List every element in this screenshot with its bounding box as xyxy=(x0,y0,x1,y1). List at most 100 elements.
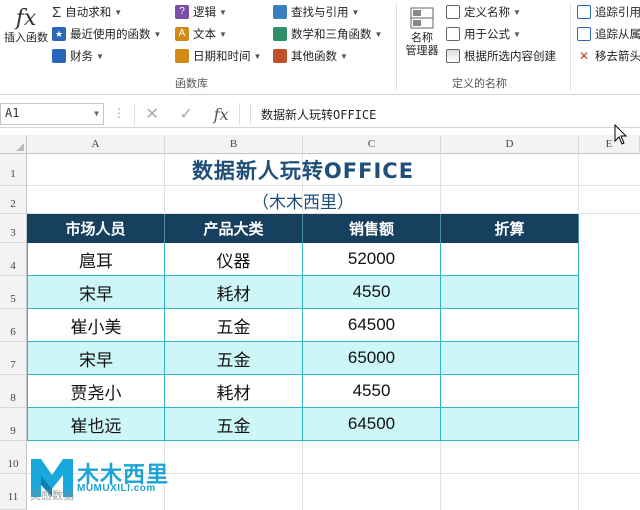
tag-icon xyxy=(446,5,460,19)
chevron-down-icon: ▼ xyxy=(513,7,521,17)
other-functions-button[interactable]: 其他函数 ▼ xyxy=(273,46,348,66)
defined-names-label: 定义的名称 xyxy=(452,78,507,90)
table-cell[interactable]: 4550 xyxy=(303,276,441,309)
name-box[interactable]: A1 ▼ xyxy=(0,103,104,125)
table-header-cell[interactable]: 折算 xyxy=(441,214,579,243)
row-header-5[interactable]: 5 xyxy=(0,276,27,309)
math-button[interactable]: 数学和三角函数 ▼ xyxy=(273,24,382,44)
trace-dependents-button[interactable]: 追踪从属 xyxy=(577,24,640,44)
row-header-9[interactable]: 9 xyxy=(0,408,27,441)
column-header-a[interactable]: A xyxy=(27,135,165,154)
autosum-button[interactable]: Σ 自动求和 ▼ xyxy=(52,2,122,22)
gridline xyxy=(302,441,303,510)
row-header-8[interactable]: 8 xyxy=(0,375,27,408)
math-book-icon xyxy=(273,27,287,41)
table-cell[interactable] xyxy=(441,243,579,276)
column-header-e[interactable]: E xyxy=(579,135,640,154)
row-header-2[interactable]: 2 xyxy=(0,186,27,214)
select-all-button[interactable] xyxy=(0,135,27,154)
table-cell[interactable]: 五金 xyxy=(165,309,303,342)
table-cell[interactable]: 宋早 xyxy=(27,276,165,309)
table-cell[interactable]: 64500 xyxy=(303,309,441,342)
name-manager-button[interactable]: 名称 管理器 xyxy=(400,4,444,58)
sheet-title[interactable]: 数据新人玩转OFFICE xyxy=(27,154,579,186)
formula-bar: A1 ▼ ⋮ ✕ ✓ fx 数据新人玩转OFFICE xyxy=(0,100,640,128)
row-header-1[interactable]: 1 xyxy=(0,154,27,186)
table-cell[interactable]: 扈耳 xyxy=(27,243,165,276)
table-cell[interactable]: 52000 xyxy=(303,243,441,276)
column-header-b[interactable]: B xyxy=(165,135,303,154)
column-header-d[interactable]: D xyxy=(441,135,579,154)
table-cell[interactable]: 宋早 xyxy=(27,342,165,375)
chevron-down-icon: ▼ xyxy=(374,29,383,39)
trace-arrow-icon xyxy=(577,5,591,19)
sheet-subtitle[interactable]: （木木西里） xyxy=(27,186,579,214)
use-in-formula-button[interactable]: 用于公式 ▼ xyxy=(446,24,521,44)
chevron-down-icon: ▼ xyxy=(114,7,123,17)
datetime-button[interactable]: 日期和时间 ▼ xyxy=(175,46,261,66)
table-header-cell[interactable]: 市场人员 xyxy=(27,214,165,243)
fx-icon[interactable]: fx xyxy=(214,105,229,124)
watermark-bottom-text: 灵感数据 xyxy=(30,490,74,502)
chevron-down-icon: ▼ xyxy=(96,51,104,61)
table-header-cell[interactable]: 销售额 xyxy=(303,214,441,243)
chevron-down-icon: ▼ xyxy=(219,7,227,17)
gridline xyxy=(440,441,441,510)
lookup-button[interactable]: 查找与引用 ▼ xyxy=(273,2,359,22)
row-header-4[interactable]: 4 xyxy=(0,243,27,276)
table-cell[interactable]: 4550 xyxy=(303,375,441,408)
text-book-icon: A xyxy=(175,27,189,41)
more-icon[interactable]: ⋮ xyxy=(113,106,125,120)
table-cell[interactable] xyxy=(441,342,579,375)
trace-arrow-icon xyxy=(577,27,591,41)
row-header-10[interactable]: 10 xyxy=(0,441,27,474)
formula-input[interactable]: 数据新人玩转OFFICE xyxy=(250,103,640,125)
table-cell[interactable]: 崔也远 xyxy=(27,408,165,441)
ribbon: fx 插入函数 Σ 自动求和 ▼ ★ 最近使用的函数 ▼ 财务 ▼ ? 逻辑 ▼ A 文… xyxy=(0,0,640,95)
mouse-cursor-icon xyxy=(614,124,628,145)
check-icon[interactable]: ✓ xyxy=(180,104,193,124)
name-manager-icon xyxy=(407,4,437,32)
chevron-down-icon: ▼ xyxy=(513,29,521,39)
table-cell[interactable] xyxy=(441,375,579,408)
recent-functions-button[interactable]: ★ 最近使用的函数 ▼ xyxy=(52,24,161,44)
row-header-11[interactable]: 11 xyxy=(0,474,27,510)
table-cell[interactable]: 贾尧小 xyxy=(27,375,165,408)
logic-button[interactable]: ? 逻辑 ▼ xyxy=(175,2,227,22)
table-cell[interactable]: 耗材 xyxy=(165,276,303,309)
row-header-6[interactable]: 6 xyxy=(0,309,27,342)
table-cell[interactable]: 五金 xyxy=(165,342,303,375)
chevron-down-icon: ▼ xyxy=(351,7,360,17)
remove-arrows-button[interactable]: ✕ 移去箭头 xyxy=(577,46,640,66)
formula-tag-icon xyxy=(446,27,460,41)
table-cell[interactable]: 64500 xyxy=(303,408,441,441)
row-header-3[interactable]: 3 xyxy=(0,214,27,243)
question-book-icon: ? xyxy=(175,5,189,19)
table-cell[interactable] xyxy=(441,276,579,309)
table-cell[interactable]: 65000 xyxy=(303,342,441,375)
table-header-cell[interactable]: 产品大类 xyxy=(165,214,303,243)
row-header-7[interactable]: 7 xyxy=(0,342,27,375)
text-button[interactable]: A 文本 ▼ xyxy=(175,24,227,44)
trace-precedents-button[interactable]: 追踪引用 xyxy=(577,2,640,22)
fx-icon: fx xyxy=(15,6,37,31)
insert-function-button[interactable]: fx 插入函数 xyxy=(0,6,52,45)
chevron-down-icon: ▼ xyxy=(153,29,162,39)
watermark-url: MUMUXILI.com xyxy=(77,483,156,494)
grid-select-icon xyxy=(446,49,460,63)
sigma-icon: Σ xyxy=(52,3,62,21)
table-cell[interactable]: 仪器 xyxy=(165,243,303,276)
table-cell[interactable] xyxy=(441,309,579,342)
formula-buttons: ✕ ✓ fx xyxy=(134,103,240,125)
column-header-c[interactable]: C xyxy=(303,135,441,154)
chevron-down-icon[interactable]: ▼ xyxy=(94,109,99,118)
table-cell[interactable]: 耗材 xyxy=(165,375,303,408)
cancel-icon[interactable]: ✕ xyxy=(145,104,158,124)
table-cell[interactable] xyxy=(441,408,579,441)
table-cell[interactable]: 崔小美 xyxy=(27,309,165,342)
table-cell[interactable]: 五金 xyxy=(165,408,303,441)
group-separator xyxy=(396,4,397,90)
create-from-selection-button[interactable]: 根据所选内容创建 xyxy=(446,46,556,66)
finance-button[interactable]: 财务 ▼ xyxy=(52,46,104,66)
define-name-button[interactable]: 定义名称 ▼ xyxy=(446,2,521,22)
